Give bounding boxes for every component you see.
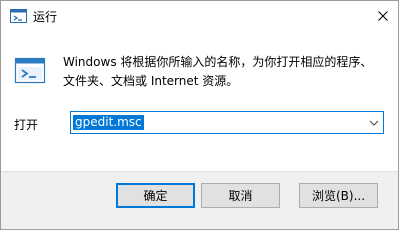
cancel-button[interactable]: 取消 bbox=[201, 183, 280, 208]
close-icon bbox=[378, 11, 388, 21]
run-dialog: 运行 Windows 将根据你所输入的名称，为你打开相应的程序、 文件夹、文档或… bbox=[0, 0, 399, 230]
run-app-icon bbox=[10, 9, 27, 23]
close-button[interactable] bbox=[368, 1, 398, 31]
run-window-icon bbox=[14, 55, 46, 87]
browse-button[interactable]: 浏览(B)... bbox=[299, 183, 378, 208]
description-line-1: Windows 将根据你所输入的名称，为你打开相应的程序、 bbox=[63, 55, 373, 69]
dialog-content: Windows 将根据你所输入的名称，为你打开相应的程序、 文件夹、文档或 In… bbox=[1, 31, 398, 171]
open-label: 打开 bbox=[14, 118, 39, 132]
combo-input-value[interactable]: gpedit.msc bbox=[73, 115, 144, 130]
title-bar: 运行 bbox=[1, 1, 398, 31]
open-combobox[interactable]: gpedit.msc bbox=[70, 111, 384, 134]
window-title: 运行 bbox=[33, 10, 58, 24]
dialog-footer: 确定 取消 浏览(B)... bbox=[1, 171, 398, 229]
description-line-2: 文件夹、文档或 Internet 资源。 bbox=[63, 74, 239, 88]
dialog-description: Windows 将根据你所输入的名称，为你打开相应的程序、 文件夹、文档或 In… bbox=[63, 53, 383, 91]
chevron-down-icon[interactable] bbox=[368, 117, 380, 129]
ok-button[interactable]: 确定 bbox=[116, 183, 195, 208]
